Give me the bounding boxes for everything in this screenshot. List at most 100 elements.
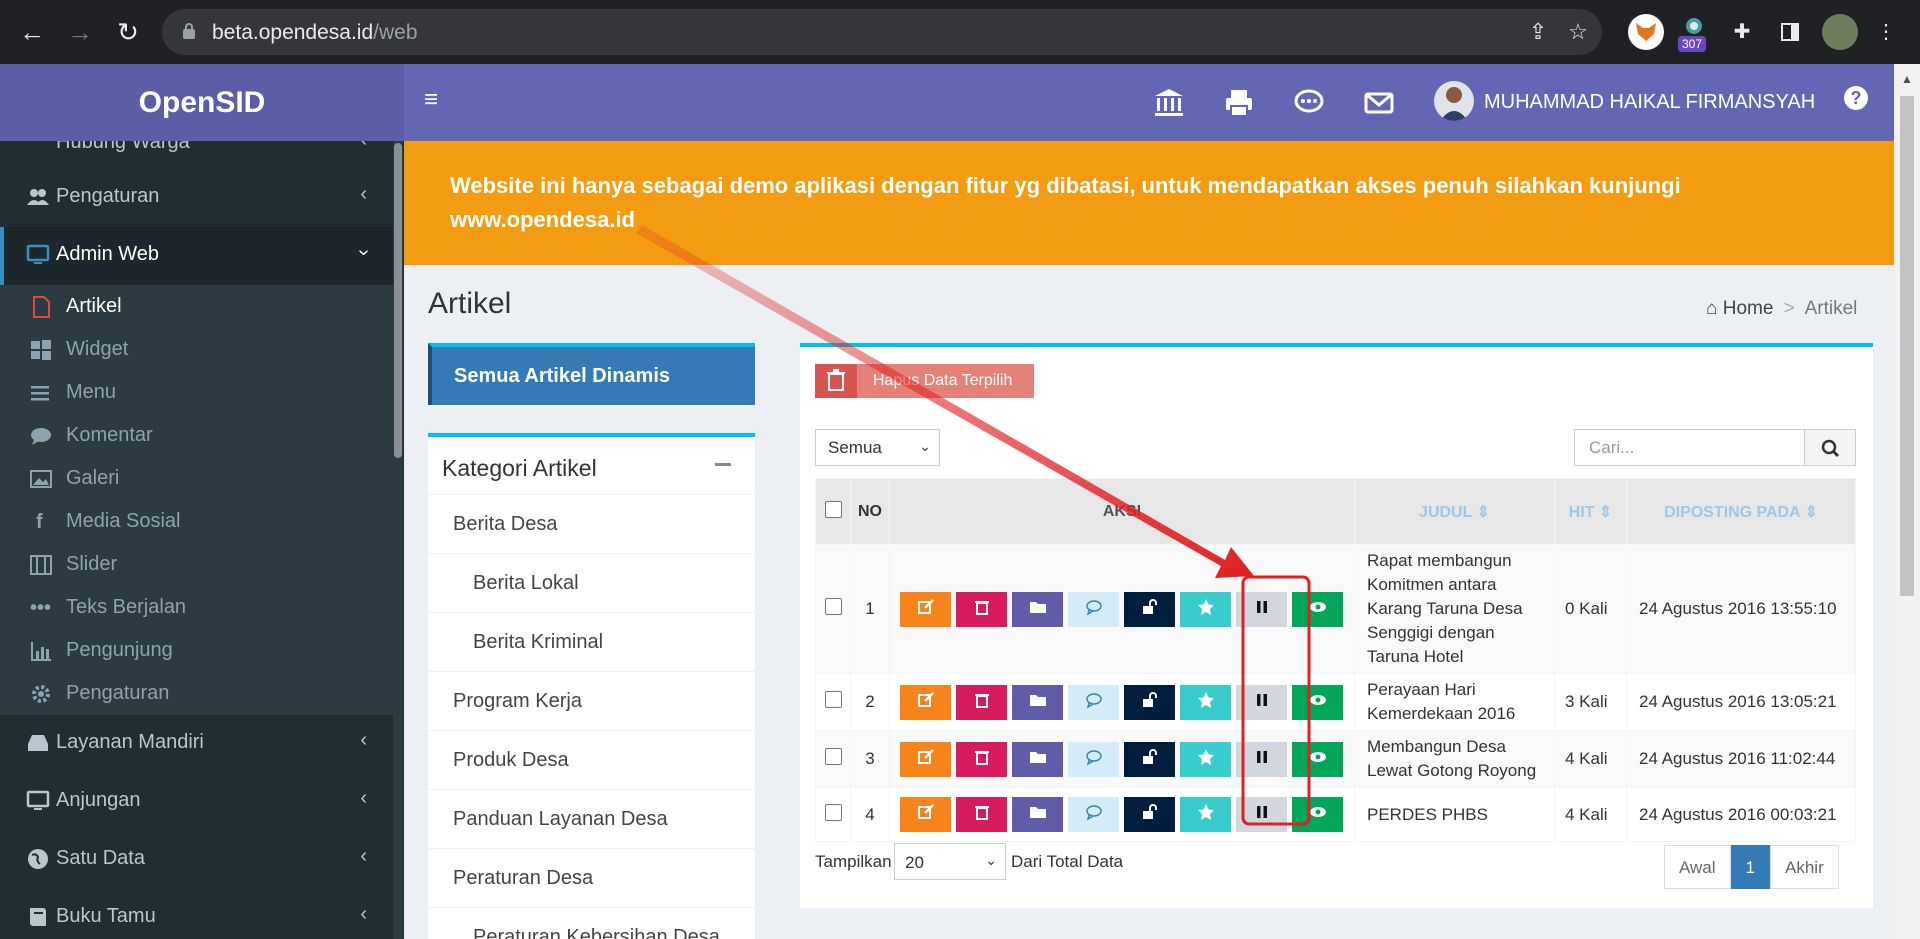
fox-extension-icon[interactable] bbox=[1628, 14, 1664, 50]
bank-icon[interactable] bbox=[1152, 86, 1186, 120]
sidebar-sub-teks-berjalan[interactable]: ••• Teks Berjalan bbox=[0, 586, 393, 629]
folder-button[interactable] bbox=[1012, 797, 1063, 832]
address-bar[interactable]: beta.opendesa.id/web ⇪ ☆ bbox=[162, 9, 1602, 55]
edit-button[interactable] bbox=[900, 684, 951, 720]
kebab-menu-icon[interactable]: ⋮ bbox=[1868, 14, 1904, 50]
home-icon[interactable]: ⌂ bbox=[1706, 298, 1717, 319]
page-size-select[interactable]: 20 ⌄ bbox=[894, 843, 1006, 880]
forward-arrow-icon[interactable]: → bbox=[62, 14, 98, 50]
edit-button[interactable] bbox=[900, 797, 951, 832]
comment-button[interactable] bbox=[1068, 741, 1119, 777]
help-icon[interactable]: ? bbox=[1844, 86, 1868, 110]
pause-button[interactable] bbox=[1236, 797, 1287, 832]
pause-button[interactable] bbox=[1236, 684, 1287, 720]
folder-button[interactable] bbox=[1012, 741, 1063, 777]
sidebar-item-satu-data[interactable]: Satu Data ‹ bbox=[0, 831, 393, 887]
printer-icon[interactable] bbox=[1222, 86, 1256, 120]
unlock-button[interactable] bbox=[1124, 684, 1175, 720]
folder-button[interactable] bbox=[1012, 591, 1063, 627]
row-judul[interactable]: Membangun Desa Lewat Gotong Royong bbox=[1354, 730, 1555, 788]
delete-selected-button[interactable]: Hapus Data Terpilih bbox=[815, 364, 1034, 398]
all-articles-button[interactable]: Semua Artikel Dinamis bbox=[428, 343, 755, 405]
unlock-button[interactable] bbox=[1124, 797, 1175, 832]
reload-icon[interactable]: ↻ bbox=[110, 14, 146, 50]
trash-button[interactable] bbox=[956, 741, 1007, 777]
eye-button[interactable] bbox=[1292, 797, 1343, 832]
hamburger-icon[interactable]: ≡ bbox=[424, 86, 438, 114]
sidebar-sub-media-sosial[interactable]: f Media Sosial bbox=[0, 500, 393, 543]
unlock-button[interactable] bbox=[1124, 741, 1175, 777]
col-hit[interactable]: HIT ⇕ bbox=[1554, 478, 1627, 545]
sidebar-item-hubung-warga[interactable]: Hubung Warga ‹ bbox=[0, 141, 393, 171]
trash-button[interactable] bbox=[956, 797, 1007, 832]
search-button[interactable] bbox=[1804, 429, 1856, 466]
star-button[interactable] bbox=[1180, 684, 1231, 720]
comment-button[interactable] bbox=[1068, 684, 1119, 720]
category-item[interactable]: Peraturan Kebersihan Desa bbox=[428, 908, 755, 939]
puzzle-icon[interactable]: ✚ bbox=[1724, 14, 1760, 50]
category-item[interactable]: Program Kerja bbox=[428, 672, 755, 731]
sidebar-sub-widget[interactable]: Widget bbox=[0, 328, 393, 371]
envelope-icon[interactable] bbox=[1362, 86, 1396, 120]
chat-bubble-icon[interactable] bbox=[1292, 86, 1326, 120]
comment-button[interactable] bbox=[1068, 591, 1119, 627]
sidebar-item-layanan-mandiri[interactable]: Layanan Mandiri ‹ bbox=[0, 715, 393, 771]
sidebar-item-admin-web[interactable]: Admin Web ‹ bbox=[0, 227, 393, 285]
edit-button[interactable] bbox=[900, 741, 951, 777]
user-avatar[interactable] bbox=[1434, 81, 1474, 121]
trash-button[interactable] bbox=[956, 591, 1007, 627]
category-item[interactable]: Berita Desa bbox=[428, 495, 755, 554]
sidebar-item-pengaturan[interactable]: Pengaturan ‹ bbox=[0, 169, 393, 225]
comment-button[interactable] bbox=[1068, 797, 1119, 832]
scroll-up-icon[interactable]: ▲ bbox=[1901, 72, 1913, 86]
sidebar-sub-pengunjung[interactable]: Pengunjung bbox=[0, 629, 393, 672]
profile-avatar[interactable] bbox=[1822, 14, 1858, 50]
category-item[interactable]: Produk Desa bbox=[428, 731, 755, 790]
user-name[interactable]: MUHAMMAD HAIKAL FIRMANSYAH bbox=[1484, 91, 1815, 114]
star-button[interactable] bbox=[1180, 797, 1231, 832]
sidebar-item-anjungan[interactable]: Anjungan ‹ bbox=[0, 773, 393, 829]
sidebar-sub-pengaturan[interactable]: Pengaturan bbox=[0, 672, 393, 715]
breadcrumb-home[interactable]: Home bbox=[1723, 298, 1774, 319]
sidebar-scroll-thumb[interactable] bbox=[394, 143, 402, 458]
pager-page[interactable]: 1 bbox=[1730, 845, 1771, 889]
pause-button[interactable] bbox=[1236, 741, 1287, 777]
sidepanel-icon[interactable] bbox=[1772, 14, 1808, 50]
sidebar-sub-slider[interactable]: Slider bbox=[0, 543, 393, 586]
row-checkbox[interactable] bbox=[824, 803, 842, 821]
eye-button[interactable] bbox=[1292, 741, 1343, 777]
share-icon[interactable]: ⇪ bbox=[1524, 18, 1552, 46]
page-scroll-thumb[interactable] bbox=[1900, 96, 1914, 596]
star-button[interactable] bbox=[1180, 591, 1231, 627]
category-item[interactable]: Peraturan Desa bbox=[428, 849, 755, 908]
search-input[interactable]: Cari... bbox=[1574, 429, 1805, 466]
row-checkbox[interactable] bbox=[824, 691, 842, 708]
pager-last[interactable]: Akhir bbox=[1770, 845, 1839, 889]
category-item[interactable]: Panduan Layanan Desa bbox=[428, 790, 755, 849]
row-checkbox[interactable] bbox=[824, 598, 842, 615]
back-arrow-icon[interactable]: ← bbox=[14, 14, 50, 50]
pause-button[interactable] bbox=[1236, 591, 1287, 627]
app-logo[interactable]: OpenSID bbox=[0, 64, 404, 141]
banner-link[interactable]: www.opendesa.id bbox=[450, 203, 1848, 237]
page-scrollbar[interactable]: ▲ bbox=[1894, 64, 1920, 939]
status-filter-select[interactable]: Semua ⌄ bbox=[815, 429, 940, 466]
category-item[interactable]: Berita Lokal bbox=[428, 554, 755, 613]
row-checkbox[interactable] bbox=[824, 748, 842, 765]
sidebar-item-buku-tamu[interactable]: Buku Tamu ‹ bbox=[0, 889, 393, 939]
unlock-button[interactable] bbox=[1124, 591, 1175, 627]
row-judul[interactable]: PERDES PHBS bbox=[1354, 787, 1555, 842]
col-diposting[interactable]: DIPOSTING PADA ⇕ bbox=[1626, 478, 1856, 545]
pager-first[interactable]: Awal bbox=[1664, 845, 1731, 889]
select-all-checkbox[interactable] bbox=[824, 500, 842, 518]
eye-button[interactable] bbox=[1292, 684, 1343, 720]
sidebar-sub-galeri[interactable]: Galeri bbox=[0, 457, 393, 500]
folder-button[interactable] bbox=[1012, 684, 1063, 720]
row-judul[interactable]: Rapat membangun Komitmen antara Karang T… bbox=[1354, 544, 1555, 674]
star-bookmark-icon[interactable]: ☆ bbox=[1564, 18, 1592, 46]
eye-button[interactable] bbox=[1292, 591, 1343, 627]
col-judul[interactable]: JUDUL ⇕ bbox=[1354, 478, 1555, 545]
star-button[interactable] bbox=[1180, 741, 1231, 777]
trash-button[interactable] bbox=[956, 684, 1007, 720]
category-item[interactable]: Berita Kriminal bbox=[428, 613, 755, 672]
